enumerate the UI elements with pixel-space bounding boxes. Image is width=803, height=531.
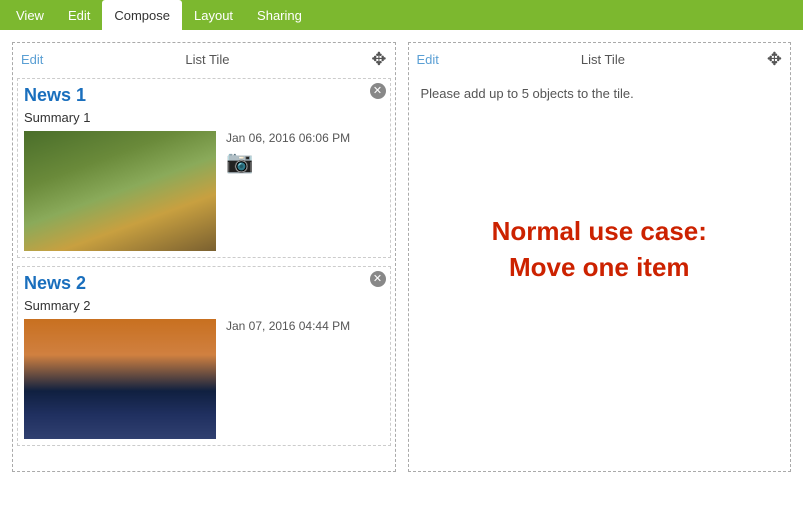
normal-use-case-line2: Move one item xyxy=(509,252,690,282)
nav-view[interactable]: View xyxy=(4,0,56,30)
news-item-1-title: News 1 xyxy=(24,85,384,106)
news-item-1-image xyxy=(24,131,216,251)
news-item-1-close[interactable]: ✕ xyxy=(370,83,386,99)
news-item-2-meta: Jan 07, 2016 04:44 PM xyxy=(226,319,350,333)
news-item-2: ✕ News 2 Summary 2 Jan 07, 2016 04:44 PM xyxy=(17,266,391,446)
right-tile-panel: Edit List Tile ✥ Please add up to 5 obje… xyxy=(408,42,792,472)
nav-compose[interactable]: Compose xyxy=(102,0,182,30)
right-tile-header: Edit List Tile ✥ xyxy=(413,47,787,72)
news-item-2-date: Jan 07, 2016 04:44 PM xyxy=(226,319,350,333)
main-content: Edit List Tile ✥ ✕ News 1 Summary 1 Jan … xyxy=(0,30,803,484)
news-item-1: ✕ News 1 Summary 1 Jan 06, 2016 06:06 PM… xyxy=(17,78,391,258)
news-item-1-meta: Jan 06, 2016 06:06 PM 📷 xyxy=(226,131,350,175)
left-tile-panel: Edit List Tile ✥ ✕ News 1 Summary 1 Jan … xyxy=(12,42,396,472)
normal-use-case-line1: Normal use case: xyxy=(492,216,707,246)
camera-icon-1: 📷 xyxy=(226,149,350,175)
left-edit-link[interactable]: Edit xyxy=(21,52,43,67)
nav-sharing[interactable]: Sharing xyxy=(245,0,314,30)
right-edit-link[interactable]: Edit xyxy=(417,52,439,67)
add-objects-message: Please add up to 5 objects to the tile. xyxy=(413,78,787,109)
news-item-1-date: Jan 06, 2016 06:06 PM xyxy=(226,131,350,145)
news-item-1-summary: Summary 1 xyxy=(24,110,384,125)
news-item-2-image xyxy=(24,319,216,439)
news-item-2-close[interactable]: ✕ xyxy=(370,271,386,287)
news-item-2-summary: Summary 2 xyxy=(24,298,384,313)
squirrels-image xyxy=(24,131,216,251)
left-tile-header: Edit List Tile ✥ xyxy=(17,47,391,72)
nav-layout[interactable]: Layout xyxy=(182,0,245,30)
news-item-1-media: Jan 06, 2016 06:06 PM 📷 xyxy=(24,131,384,251)
left-tile-label: List Tile xyxy=(185,52,229,67)
nav-edit[interactable]: Edit xyxy=(56,0,102,30)
top-navigation: View Edit Compose Layout Sharing xyxy=(0,0,803,30)
news-item-2-title: News 2 xyxy=(24,273,384,294)
left-move-icon[interactable]: ✥ xyxy=(371,49,386,70)
right-tile-label: List Tile xyxy=(581,52,625,67)
right-move-icon[interactable]: ✥ xyxy=(767,49,782,70)
news-item-2-media: Jan 07, 2016 04:44 PM xyxy=(24,319,384,439)
normal-use-case-section: Normal use case: Move one item xyxy=(413,109,787,389)
sailboat-image xyxy=(24,319,216,439)
normal-use-case-text: Normal use case: Move one item xyxy=(492,213,707,286)
